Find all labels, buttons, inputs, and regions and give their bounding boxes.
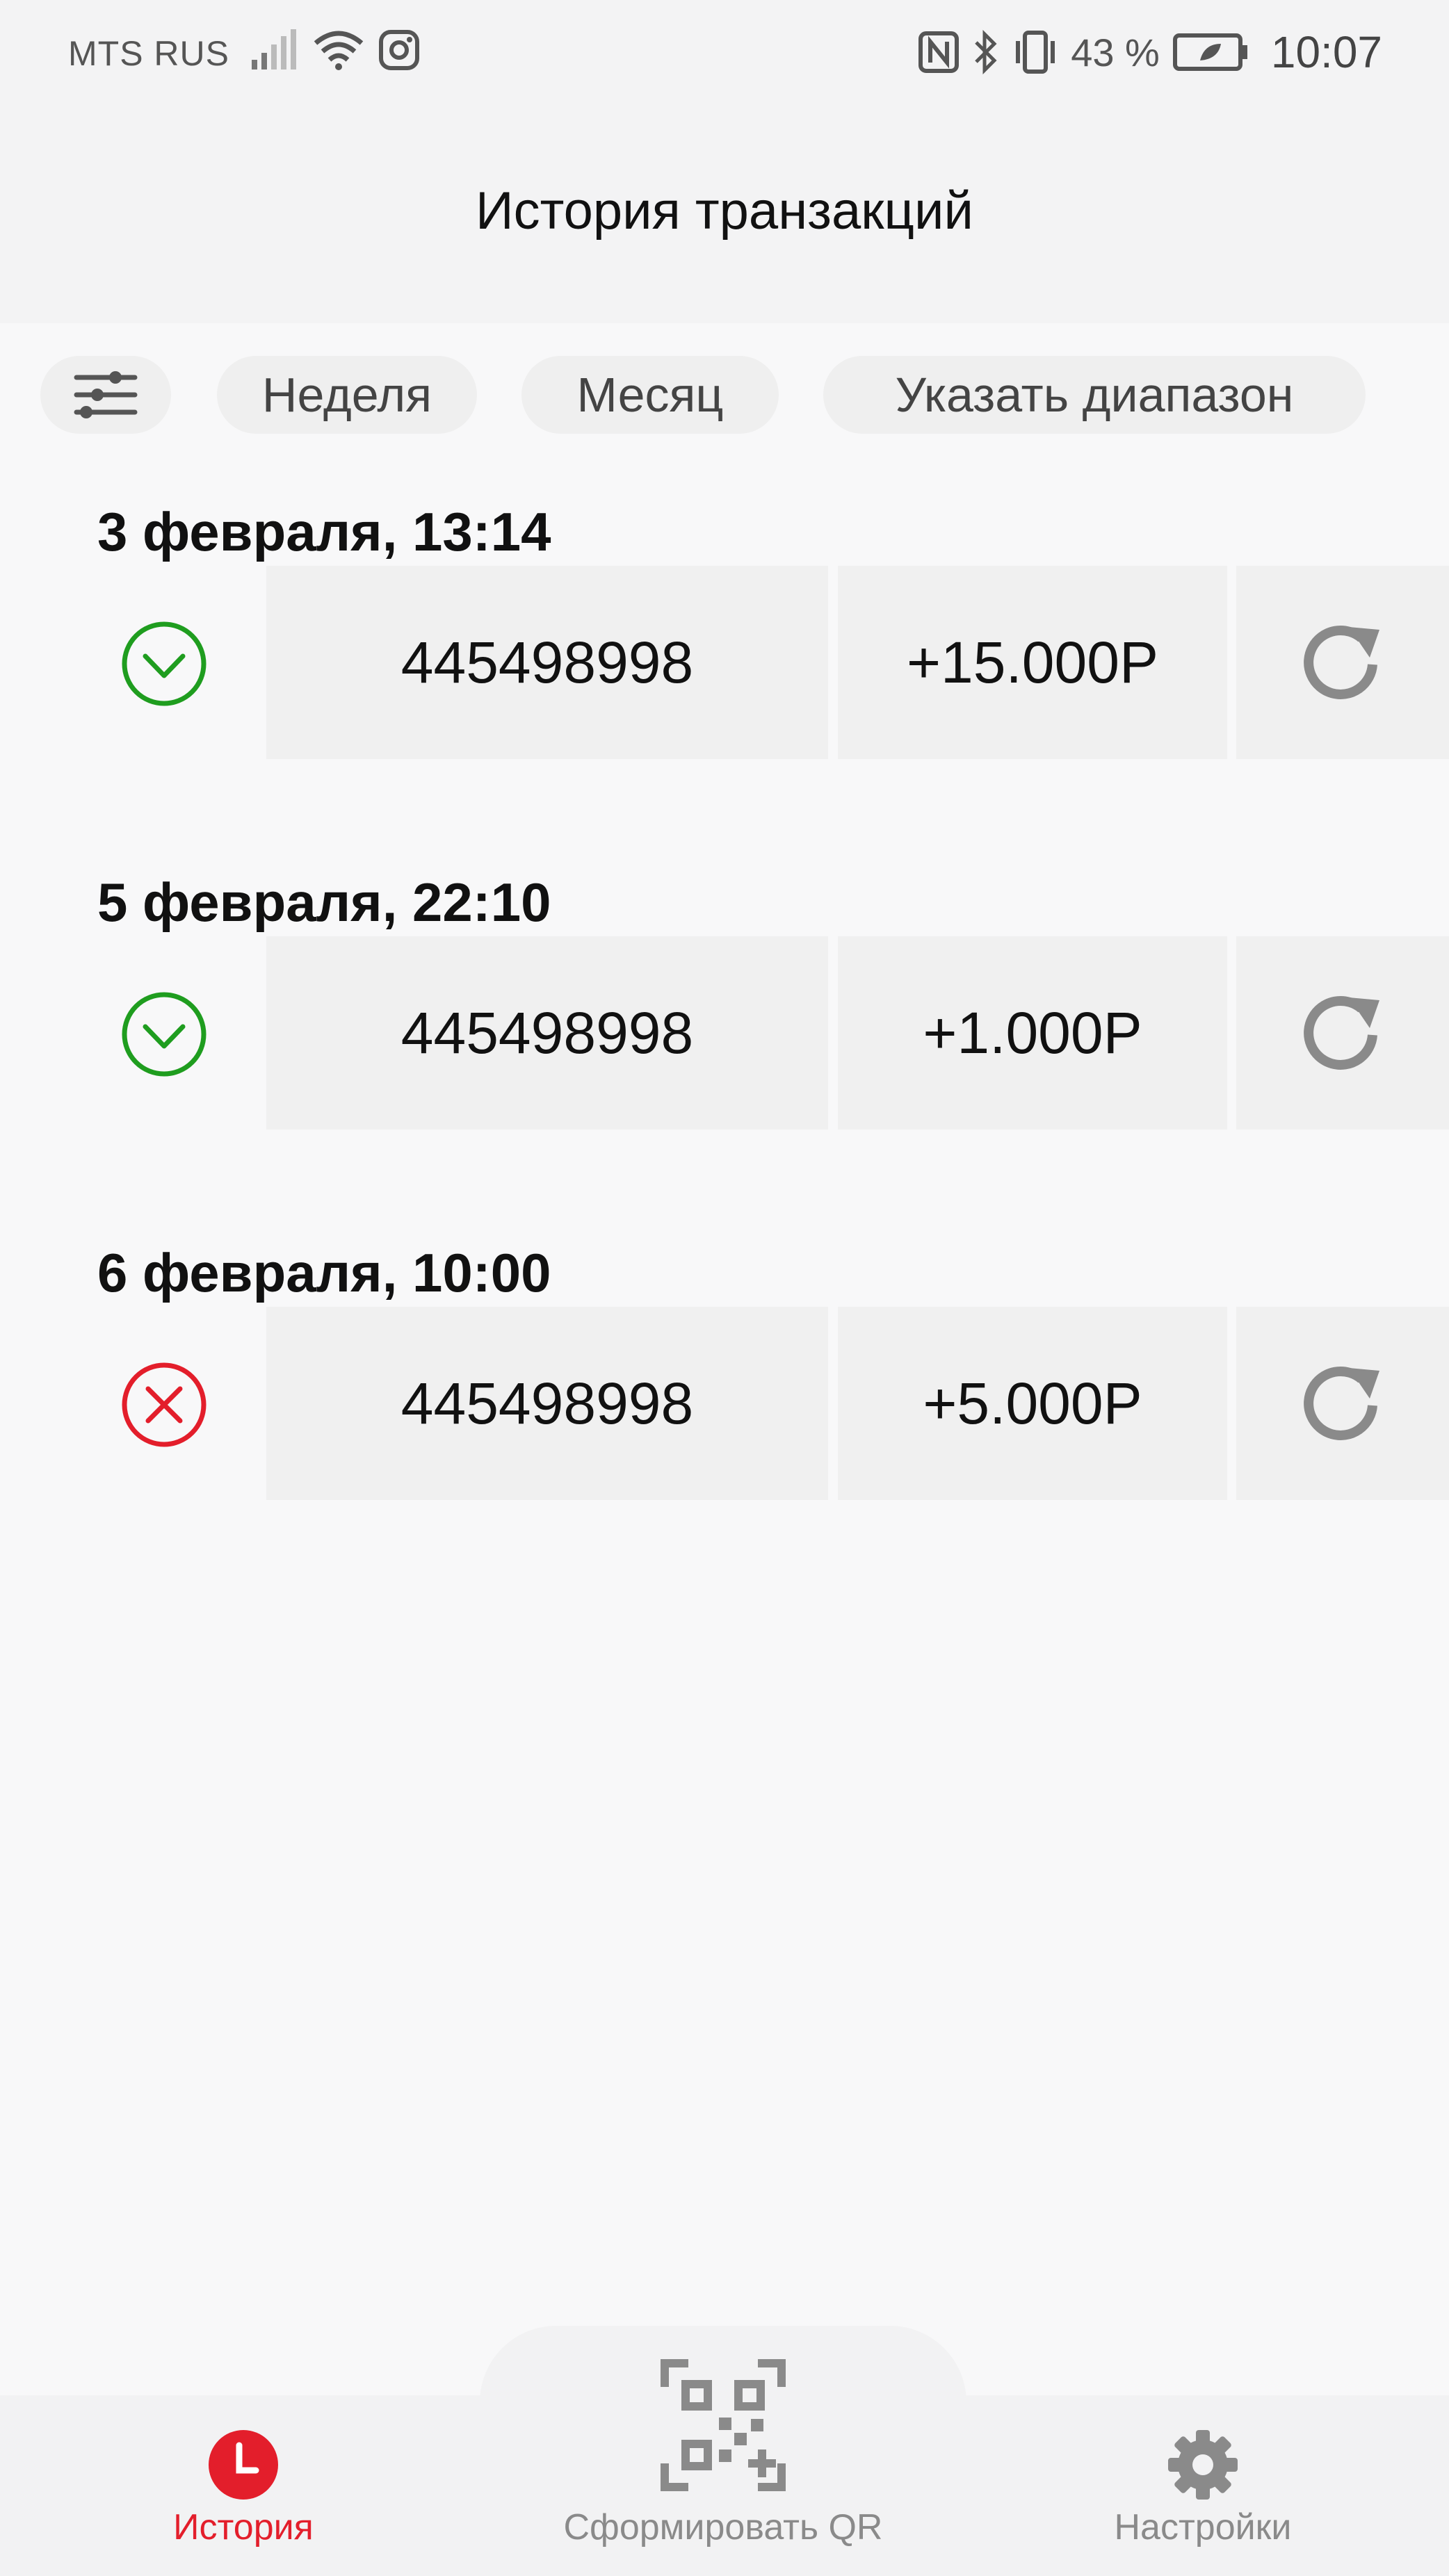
repeat-button[interactable] xyxy=(1236,566,1449,759)
status-bar: MTS RUS 43 % 10:07 xyxy=(0,0,1449,111)
wifi-icon xyxy=(314,31,364,70)
transaction-amount: +5.000Р xyxy=(838,1307,1227,1500)
battery-icon xyxy=(1172,33,1247,71)
gear-icon xyxy=(1168,2430,1238,2500)
status-left-icons xyxy=(250,29,420,71)
qr-code-icon xyxy=(661,2359,786,2491)
carrier-label: MTS RUS xyxy=(68,34,229,73)
bluetooth-icon xyxy=(975,30,997,74)
instagram-icon xyxy=(379,30,419,70)
history-clock-icon xyxy=(209,2430,278,2500)
transaction-account: 445498998 xyxy=(266,1307,828,1500)
filter-week-button[interactable]: Неделя xyxy=(217,356,477,434)
transaction-date: 5 февраля, 22:10 xyxy=(97,872,551,933)
status-right: 43 % 10:07 xyxy=(918,26,1382,78)
refresh-icon xyxy=(1304,1366,1379,1440)
filter-month-button[interactable]: Месяц xyxy=(521,356,779,434)
transaction-row[interactable]: 445498998 +5.000Р xyxy=(0,1307,1449,1500)
success-check-icon xyxy=(122,621,207,706)
nav-settings-label: Настройки xyxy=(1114,2507,1292,2548)
failed-cross-icon xyxy=(122,1362,207,1447)
filter-range-button[interactable]: Указать диапазон xyxy=(823,356,1366,434)
nfc-icon xyxy=(918,31,960,73)
transaction-amount: +1.000Р xyxy=(838,936,1227,1130)
transaction-row[interactable]: 445498998 +15.000Р xyxy=(0,566,1449,759)
nav-history-label: История xyxy=(173,2507,314,2548)
transaction-date: 6 февраля, 10:00 xyxy=(97,1242,551,1303)
app-header: История транзакций xyxy=(0,111,1449,323)
clock: 10:07 xyxy=(1270,27,1382,77)
signal-icon xyxy=(252,29,296,70)
page-title: История транзакций xyxy=(476,181,973,241)
filter-settings-button[interactable] xyxy=(40,356,171,434)
repeat-button[interactable] xyxy=(1236,1307,1449,1500)
sliders-icon xyxy=(74,371,138,418)
success-check-icon xyxy=(122,992,207,1077)
bottom-nav: История Сформировать QR Настройки xyxy=(0,2359,1449,2576)
battery-percent: 43 % xyxy=(1071,30,1160,74)
refresh-icon xyxy=(1304,995,1379,1070)
refresh-icon xyxy=(1304,625,1379,699)
transaction-account: 445498998 xyxy=(266,566,828,759)
filter-bar: Неделя Месяц Указать диапазон xyxy=(0,356,1449,437)
transaction-amount: +15.000Р xyxy=(838,566,1227,759)
transaction-row[interactable]: 445498998 +1.000Р xyxy=(0,936,1449,1130)
repeat-button[interactable] xyxy=(1236,936,1449,1130)
transaction-account: 445498998 xyxy=(266,936,828,1130)
vibrate-icon xyxy=(1016,31,1055,74)
transaction-date: 3 февраля, 13:14 xyxy=(97,501,551,562)
nav-qr-label: Сформировать QR xyxy=(563,2507,883,2548)
